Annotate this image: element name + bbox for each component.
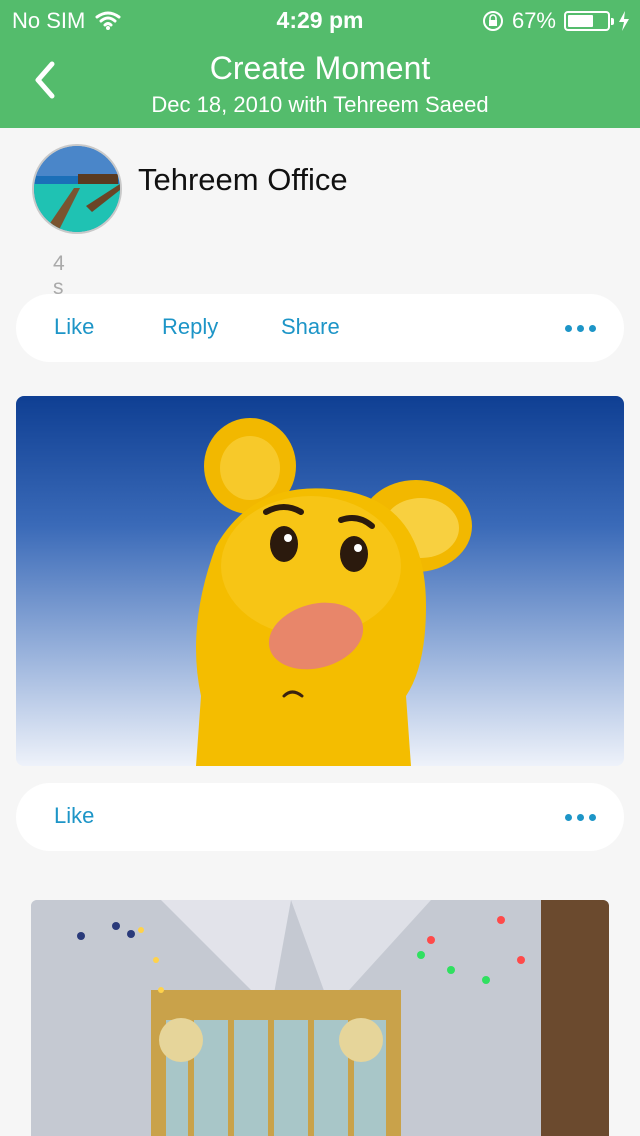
photo-more-options-button[interactable] — [565, 814, 596, 821]
battery-icon — [564, 11, 614, 31]
avatar[interactable] — [32, 144, 122, 234]
header: No SIM 4:29 pm 67% Create Moment Dec 18,… — [0, 0, 640, 128]
status-bar: No SIM 4:29 pm 67% — [0, 0, 640, 40]
photo-like-button[interactable]: Like — [54, 803, 94, 829]
share-button[interactable]: Share — [281, 314, 340, 340]
reply-button[interactable]: Reply — [162, 314, 218, 340]
more-options-button[interactable] — [565, 325, 596, 332]
page-title: Create Moment — [209, 50, 431, 86]
photo-cartoon-bear[interactable] — [16, 396, 624, 766]
like-button[interactable]: Like — [54, 314, 94, 340]
photo-action-bar: Like — [16, 783, 624, 851]
post-action-bar: Like Reply Share — [16, 294, 624, 362]
rotation-lock-icon — [482, 11, 503, 31]
page-subtitle: Dec 18, 2010 with Tehreem Saeed — [151, 92, 489, 117]
post-age: 4 s — [53, 252, 65, 299]
author-name[interactable]: Tehreem Office — [138, 162, 348, 198]
charging-icon — [619, 11, 629, 31]
photo-baby-crib[interactable] — [31, 900, 609, 1136]
battery-percent: 67% — [511, 8, 556, 33]
